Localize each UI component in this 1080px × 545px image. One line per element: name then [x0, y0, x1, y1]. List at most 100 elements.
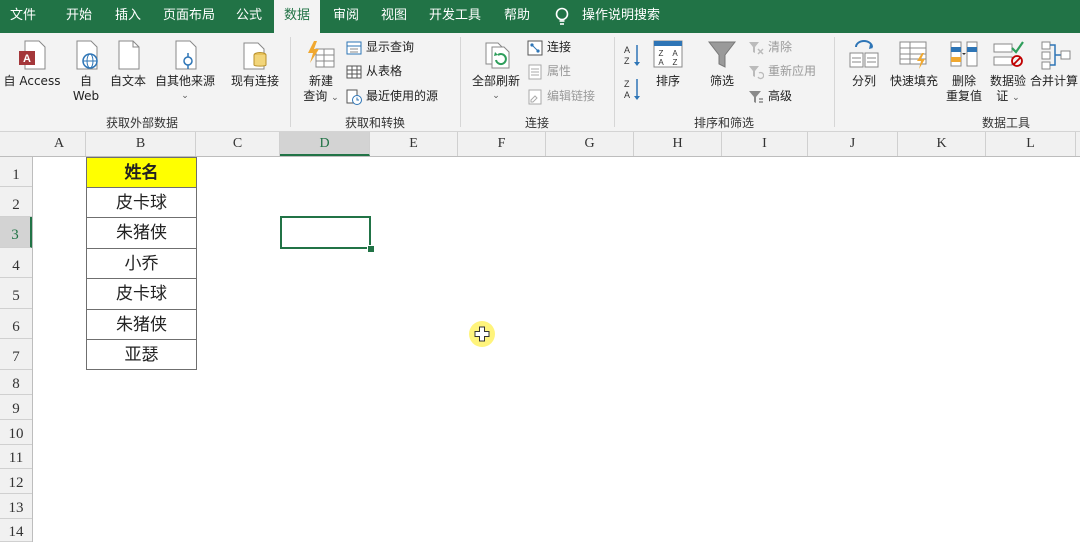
tab-formulas[interactable]: 公式: [230, 0, 268, 33]
remove-duplicates-icon: [950, 41, 978, 67]
existing-connections-icon: [243, 42, 267, 70]
row-header-7[interactable]: 7: [0, 339, 32, 370]
tab-insert[interactable]: 插入: [108, 0, 148, 33]
table-icon: [346, 65, 362, 78]
properties-button[interactable]: 属性: [527, 61, 571, 81]
tab-help[interactable]: 帮助: [496, 0, 538, 33]
fill-handle[interactable]: [367, 245, 375, 253]
row-header-13[interactable]: 13: [0, 494, 32, 519]
group-label-connections: 连接: [524, 116, 549, 130]
row-header-1[interactable]: 1: [0, 157, 32, 187]
tab-page-layout[interactable]: 页面布局: [156, 0, 222, 33]
from-web-label-2: Web: [72, 89, 100, 103]
edit-links-button[interactable]: 编辑链接: [527, 86, 595, 106]
sort-button[interactable]: Z A A Z 排序: [648, 39, 688, 89]
clear-label: 清除: [768, 40, 793, 54]
tab-view[interactable]: 视图: [374, 0, 414, 33]
tab-review[interactable]: 审阅: [326, 0, 366, 33]
tell-me-search[interactable]: 操作说明搜索: [582, 0, 660, 33]
row-header-14[interactable]: 14: [0, 519, 32, 542]
properties-label: 属性: [547, 64, 572, 78]
from-access-button[interactable]: A 自 Access: [0, 39, 64, 89]
sort-descending-button[interactable]: Z A: [622, 77, 644, 107]
clear-filter-button[interactable]: 清除: [748, 37, 792, 57]
row-header-11[interactable]: 11: [0, 445, 32, 469]
column-header-f[interactable]: F: [458, 132, 546, 156]
group-divider: [290, 37, 291, 127]
from-table-button[interactable]: 从表格: [346, 61, 402, 81]
text-to-columns-button[interactable]: 分列: [842, 39, 886, 89]
from-access-label: 自 Access: [3, 74, 61, 88]
show-queries-button[interactable]: 显示查询: [346, 37, 414, 57]
connections-icon: [527, 40, 543, 55]
column-header-h[interactable]: H: [634, 132, 722, 156]
row-header-9[interactable]: 9: [0, 395, 32, 420]
chevron-down-icon: ⌄: [181, 91, 189, 101]
lightbulb-icon[interactable]: [554, 7, 570, 27]
group-divider: [834, 37, 835, 127]
cell-b7[interactable]: 亚瑟: [86, 339, 197, 370]
show-queries-icon: [346, 41, 362, 54]
data-validation-button[interactable]: 数据验 证 ⌄: [986, 39, 1030, 106]
svg-text:A: A: [624, 90, 630, 100]
sort-icon: Z A A Z: [653, 40, 683, 68]
flash-fill-button[interactable]: 快速填充: [886, 39, 942, 89]
row-header-6[interactable]: 6: [0, 309, 32, 339]
row-header-4[interactable]: 4: [0, 248, 32, 278]
advanced-filter-icon: [749, 90, 763, 103]
sort-ascending-button[interactable]: A Z: [622, 43, 644, 73]
column-header-e[interactable]: E: [370, 132, 458, 156]
flash-fill-label: 快速填充: [889, 74, 938, 88]
cell-b6[interactable]: 朱猪侠: [86, 309, 197, 340]
connections-button[interactable]: 连接: [527, 37, 571, 57]
existing-connections-button[interactable]: 现有连接: [226, 39, 284, 89]
tab-home[interactable]: 开始: [58, 0, 100, 33]
column-header-b[interactable]: B: [86, 132, 196, 156]
cell-b3[interactable]: 朱猪侠: [86, 217, 197, 249]
refresh-all-label: 全部刷新: [471, 74, 520, 88]
reapply-button[interactable]: 重新应用: [748, 61, 816, 81]
ribbon-tab-bar: 文件 开始 插入 页面布局 公式 数据 审阅 视图 开发工具 帮助 操作说明搜索: [0, 0, 1080, 34]
cell-b4[interactable]: 小乔: [86, 248, 197, 279]
tab-developer[interactable]: 开发工具: [422, 0, 488, 33]
web-globe-icon: [76, 40, 98, 70]
row-header-10[interactable]: 10: [0, 420, 32, 445]
from-table-label: 从表格: [366, 64, 403, 78]
row-header-2[interactable]: 2: [0, 187, 32, 217]
column-header-g[interactable]: G: [546, 132, 634, 156]
from-text-button[interactable]: 自文本: [106, 39, 150, 89]
consolidate-button[interactable]: 合并计算: [1030, 39, 1080, 89]
worksheet-grid[interactable]: 姓名 皮卡球 朱猪侠 小乔 皮卡球 朱猪侠 亚瑟: [33, 157, 1080, 542]
row-header-5[interactable]: 5: [0, 278, 32, 309]
row-header-3[interactable]: 3: [0, 217, 32, 248]
cell-b1-header[interactable]: 姓名: [86, 157, 197, 188]
cell-b2[interactable]: 皮卡球: [86, 187, 197, 218]
filter-button[interactable]: 筛选: [700, 39, 744, 89]
advanced-filter-button[interactable]: 高级: [748, 86, 792, 106]
column-header-k[interactable]: K: [898, 132, 986, 156]
group-label-get-transform: 获取和转换: [344, 116, 405, 130]
consolidate-label: 合并计算: [1030, 74, 1079, 88]
row-header-8[interactable]: 8: [0, 370, 32, 395]
column-header-c[interactable]: C: [196, 132, 280, 156]
tab-data[interactable]: 数据: [274, 0, 320, 34]
from-web-button[interactable]: 自 Web: [66, 39, 106, 104]
column-header-a[interactable]: A: [33, 132, 86, 156]
cell-cross-cursor-icon: [474, 326, 490, 342]
group-divider: [460, 37, 461, 127]
row-header-12[interactable]: 12: [0, 469, 32, 494]
remove-duplicates-button[interactable]: 删除 重复值: [942, 39, 986, 104]
svg-text:Z: Z: [624, 56, 630, 66]
column-header-d[interactable]: D: [280, 132, 370, 156]
refresh-all-button[interactable]: 全部刷新 ⌄: [468, 39, 524, 104]
tab-file[interactable]: 文件: [0, 0, 46, 33]
column-header-l[interactable]: L: [986, 132, 1076, 156]
column-header-j[interactable]: J: [808, 132, 898, 156]
column-header-i[interactable]: I: [722, 132, 808, 156]
cell-b5[interactable]: 皮卡球: [86, 278, 197, 310]
from-other-sources-button[interactable]: 自其他来源 ⌄: [150, 39, 220, 104]
new-query-button[interactable]: 新建 查询 ⌄: [298, 39, 344, 106]
active-cell-d3[interactable]: [280, 216, 371, 249]
other-sources-icon: [175, 40, 197, 70]
recent-sources-button[interactable]: 最近使用的源: [346, 86, 438, 106]
